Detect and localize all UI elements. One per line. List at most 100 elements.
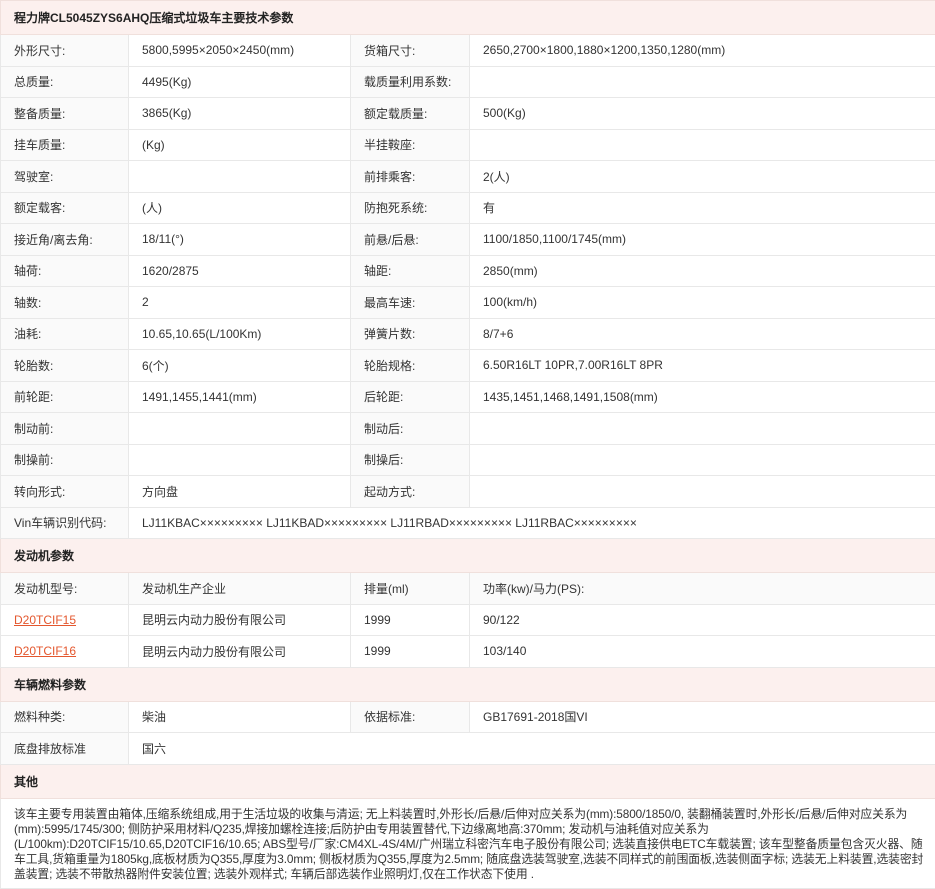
spec-label: Vin车辆识别代码: [1, 507, 129, 539]
spec-value [470, 66, 935, 98]
engine-header-row: 发动机型号: 发动机生产企业 排量(ml) 功率(kw)/马力(PS): [1, 573, 935, 605]
spec-label: 制动后: [351, 413, 470, 445]
spec-value: 2 [129, 287, 351, 319]
section-header-other: 其他 [1, 764, 935, 798]
engine-power: 90/122 [470, 604, 935, 636]
spec-label: 轮胎规格: [351, 350, 470, 382]
spec-label: 总质量: [1, 66, 129, 98]
spec-label: 制操后: [351, 444, 470, 476]
engine-row: D20TCIF15 昆明云内动力股份有限公司 1999 90/122 [1, 604, 935, 636]
spec-value: 18/11(°) [129, 224, 351, 256]
section-title-fuel: 车辆燃料参数 [1, 667, 935, 701]
spec-value: 6.50R16LT 10PR,7.00R16LT 8PR [470, 350, 935, 382]
spec-label: 轴距: [351, 255, 470, 287]
spec-row: 制操前: 制操后: [1, 444, 935, 476]
section-title-other: 其他 [1, 764, 935, 798]
engine-displacement: 1999 [351, 604, 470, 636]
engine-model-link[interactable]: D20TCIF16 [1, 636, 129, 668]
spec-value: 100(km/h) [470, 287, 935, 319]
spec-value: 方向盘 [129, 476, 351, 508]
fuel-type-label: 燃料种类: [1, 701, 129, 733]
spec-label: 油耗: [1, 318, 129, 350]
engine-header-model: 发动机型号: [1, 573, 129, 605]
vin-value: LJ11KBAC××××××××× LJ11KBAD××××××××× LJ11… [129, 507, 935, 539]
spec-label: 接近角/离去角: [1, 224, 129, 256]
spec-row: 总质量:4495(Kg)载质量利用系数: [1, 66, 935, 98]
spec-value: 1620/2875 [129, 255, 351, 287]
spec-label: 额定载客: [1, 192, 129, 224]
fuel-standard-label: 依据标准: [351, 701, 470, 733]
spec-value [470, 129, 935, 161]
spec-label: 额定载质量: [351, 98, 470, 130]
spec-value: (人) [129, 192, 351, 224]
spec-label: 制动前: [1, 413, 129, 445]
spec-label: 前排乘客: [351, 161, 470, 193]
emission-value: 国六 [129, 733, 935, 765]
spec-value: 500(Kg) [470, 98, 935, 130]
engine-header-displacement: 排量(ml) [351, 573, 470, 605]
spec-label: 货箱尺寸: [351, 35, 470, 67]
spec-label: 转向形式: [1, 476, 129, 508]
spec-value: (Kg) [129, 129, 351, 161]
spec-value: 6(个) [129, 350, 351, 382]
engine-header-power: 功率(kw)/马力(PS): [470, 573, 935, 605]
spec-value: 3865(Kg) [129, 98, 351, 130]
engine-maker: 昆明云内动力股份有限公司 [129, 604, 351, 636]
section-header-main: 程力牌CL5045ZYS6AHQ压缩式垃圾车主要技术参数 [1, 1, 935, 35]
spec-value: 4495(Kg) [129, 66, 351, 98]
engine-power: 103/140 [470, 636, 935, 668]
spec-row: 轴荷:1620/2875轴距:2850(mm) [1, 255, 935, 287]
vin-row: Vin车辆识别代码: LJ11KBAC××××××××× LJ11KBAD×××… [1, 507, 935, 539]
spec-row: 轴数:2最高车速:100(km/h) [1, 287, 935, 319]
spec-label: 后轮距: [351, 381, 470, 413]
spec-row: 接近角/离去角:18/11(°)前悬/后悬:1100/1850,1100/174… [1, 224, 935, 256]
spec-label: 半挂鞍座: [351, 129, 470, 161]
spec-row: 挂车质量:(Kg)半挂鞍座: [1, 129, 935, 161]
spec-value [470, 444, 935, 476]
section-header-fuel: 车辆燃料参数 [1, 667, 935, 701]
section-title-engine: 发动机参数 [1, 539, 935, 573]
spec-label: 轴数: [1, 287, 129, 319]
spec-row: 轮胎数:6(个)轮胎规格:6.50R16LT 10PR,7.00R16LT 8P… [1, 350, 935, 382]
spec-row: 前轮距:1491,1455,1441(mm)后轮距:1435,1451,1468… [1, 381, 935, 413]
spec-row: 驾驶室: 前排乘客:2(人) [1, 161, 935, 193]
spec-table: 程力牌CL5045ZYS6AHQ压缩式垃圾车主要技术参数 外形尺寸:5800,5… [0, 0, 935, 889]
spec-label: 轮胎数: [1, 350, 129, 382]
spec-label: 最高车速: [351, 287, 470, 319]
spec-label: 驾驶室: [1, 161, 129, 193]
section-header-engine: 发动机参数 [1, 539, 935, 573]
spec-value: 5800,5995×2050×2450(mm) [129, 35, 351, 67]
spec-label: 前悬/后悬: [351, 224, 470, 256]
spec-label: 挂车质量: [1, 129, 129, 161]
spec-label: 制操前: [1, 444, 129, 476]
spec-value: 2650,2700×1800,1880×1200,1350,1280(mm) [470, 35, 935, 67]
spec-value [470, 476, 935, 508]
engine-displacement: 1999 [351, 636, 470, 668]
spec-label: 载质量利用系数: [351, 66, 470, 98]
spec-row: 额定载客:(人)防抱死系统:有 [1, 192, 935, 224]
engine-header-maker: 发动机生产企业 [129, 573, 351, 605]
page-title: 程力牌CL5045ZYS6AHQ压缩式垃圾车主要技术参数 [1, 1, 935, 35]
spec-value [129, 161, 351, 193]
spec-value: 有 [470, 192, 935, 224]
notes-text: 该车主要专用装置由箱体,压缩系统组成,用于生活垃圾的收集与清运; 无上料装置时,… [1, 798, 935, 888]
spec-label: 轴荷: [1, 255, 129, 287]
spec-value [129, 444, 351, 476]
spec-label: 弹簧片数: [351, 318, 470, 350]
spec-value [470, 413, 935, 445]
spec-value [129, 413, 351, 445]
spec-value: 1435,1451,1468,1491,1508(mm) [470, 381, 935, 413]
engine-row: D20TCIF16 昆明云内动力股份有限公司 1999 103/140 [1, 636, 935, 668]
spec-value: 2(人) [470, 161, 935, 193]
spec-label: 外形尺寸: [1, 35, 129, 67]
spec-row: 转向形式:方向盘起动方式: [1, 476, 935, 508]
spec-row: 整备质量:3865(Kg)额定载质量:500(Kg) [1, 98, 935, 130]
spec-label: 防抱死系统: [351, 192, 470, 224]
spec-row: 制动前: 制动后: [1, 413, 935, 445]
emission-row: 底盘排放标准 国六 [1, 733, 935, 765]
engine-model-link[interactable]: D20TCIF15 [1, 604, 129, 636]
spec-label: 起动方式: [351, 476, 470, 508]
fuel-standard-value: GB17691-2018国VI [470, 701, 935, 733]
engine-maker: 昆明云内动力股份有限公司 [129, 636, 351, 668]
spec-value: 10.65,10.65(L/100Km) [129, 318, 351, 350]
